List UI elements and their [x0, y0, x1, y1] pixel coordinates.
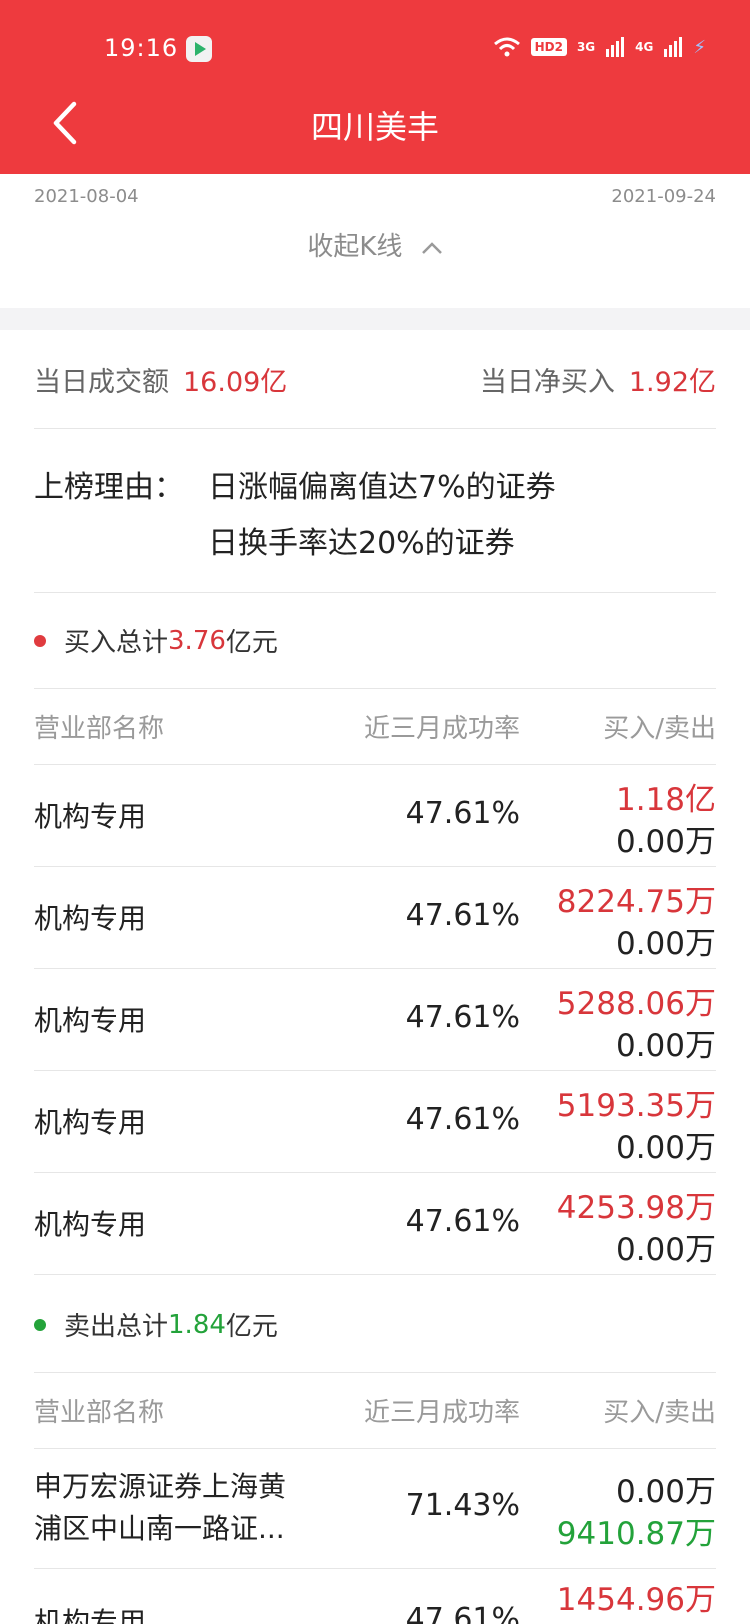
date-start: 2021-08-04: [34, 186, 139, 207]
net-buy-label: 当日净买入: [479, 367, 615, 398]
signal-bars-icon-2: [664, 37, 683, 57]
success-rate: 47.61%: [405, 796, 520, 831]
sell-amount: 0.00万: [615, 926, 716, 962]
buy-total-prefix: 买入总计: [64, 628, 169, 658]
net-buy-block: 当日净买入 1.92亿: [480, 360, 716, 399]
table-row[interactable]: 申万宏源证券上海黄 浦区中山南一路证... 71.43% 0.00万 9410.…: [34, 1458, 716, 1562]
branch-name: 机构专用: [34, 1208, 147, 1241]
sell-amount: 0.00万: [615, 1028, 716, 1064]
success-rate: 71.43%: [405, 1488, 520, 1523]
divider: [34, 1070, 716, 1071]
col-name: 营业部名称: [34, 714, 165, 744]
success-rate: 47.61%: [405, 1204, 520, 1239]
turnover-value: 16.09亿: [183, 367, 288, 398]
buy-total-amount: 3.76: [168, 625, 226, 656]
branch-name-line1: 申万宏源证券上海黄: [34, 1470, 287, 1503]
success-rate: 47.61%: [405, 1102, 520, 1137]
success-rate: 47.61%: [405, 898, 520, 933]
divider: [34, 688, 716, 689]
hd-badge: HD2: [530, 38, 567, 56]
col-buy-sell: 买入/卖出: [603, 714, 716, 744]
divider: [34, 764, 716, 765]
turnover-label: 当日成交额: [34, 367, 169, 398]
divider: [34, 592, 716, 593]
buy-amount: 5193.35万: [556, 1088, 716, 1124]
divider: [34, 1448, 716, 1449]
divider: [34, 968, 716, 969]
charging-icon: ⚡: [693, 36, 706, 58]
success-rate: 47.61%: [405, 1602, 520, 1624]
col-rate: 近三月成功率: [363, 1398, 520, 1428]
signal-4g-icon: 4G: [635, 40, 654, 54]
collapse-kline-label: 收起K线: [307, 232, 403, 262]
buy-column-header: 营业部名称 近三月成功率 买入/卖出: [34, 708, 716, 744]
table-row[interactable]: 机构专用 47.61% 4253.98万 0.00万: [34, 1180, 716, 1272]
buy-amount: 0.00万: [615, 1474, 716, 1510]
sell-column-header: 营业部名称 近三月成功率 买入/卖出: [34, 1392, 716, 1428]
buy-total-header: 买入总计 3.76 亿元: [34, 622, 278, 659]
collapse-kline-button[interactable]: 收起K线: [0, 226, 750, 263]
branch-name: 机构专用: [34, 1606, 147, 1624]
buy-amount: 1.18亿: [615, 782, 716, 818]
top-bar: 19:16 HD2 3G 4G ⚡ 四川美丰: [0, 0, 750, 174]
col-name: 营业部名称: [34, 1398, 165, 1428]
table-row[interactable]: 机构专用 47.61% 8224.75万 0.00万: [34, 874, 716, 966]
chevron-up-icon: [421, 232, 443, 262]
divider: [34, 1568, 716, 1569]
divider: [34, 866, 716, 867]
reason-label: 上榜理由：: [34, 470, 184, 505]
signal-bars-icon: [606, 37, 625, 57]
sell-dot-icon: [34, 1318, 46, 1331]
divider: [34, 428, 716, 429]
divider: [34, 1172, 716, 1173]
status-time: 19:16: [104, 34, 179, 62]
kline-date-range: 2021-08-04 2021-09-24: [34, 186, 716, 207]
reason-line: 日涨幅偏离值达7%的证券: [208, 470, 556, 505]
sell-total-prefix: 卖出总计: [64, 1312, 169, 1342]
buy-amount: 5288.06万: [556, 986, 716, 1022]
signal-3g-icon: 3G: [576, 40, 596, 54]
table-row[interactable]: 机构专用 47.61% 5288.06万 0.00万: [34, 976, 716, 1068]
branch-name: 机构专用: [34, 1004, 147, 1037]
wifi-icon: [493, 37, 520, 57]
table-row[interactable]: 机构专用 47.61% 1454.96万: [34, 1574, 716, 1624]
col-buy-sell: 买入/卖出: [603, 1398, 716, 1428]
divider: [34, 1372, 716, 1373]
sell-amount: 0.00万: [615, 1130, 716, 1166]
status-icons: HD2 3G 4G ⚡: [493, 36, 706, 58]
page-title: 四川美丰: [310, 108, 439, 146]
app-play-icon: [186, 36, 212, 62]
table-row[interactable]: 机构专用 47.61% 1.18亿 0.00万: [34, 772, 716, 864]
sell-amount: 9410.87万: [556, 1516, 716, 1552]
date-end: 2021-09-24: [611, 186, 716, 207]
buy-dot-icon: [34, 634, 46, 647]
branch-name: 机构专用: [34, 902, 147, 935]
sell-total-amount: 1.84: [168, 1309, 226, 1340]
daily-summary: 当日成交额 16.09亿 当日净买入 1.92亿: [34, 360, 716, 399]
buy-total-suffix: 亿元: [225, 628, 278, 658]
sell-total-suffix: 亿元: [225, 1312, 278, 1342]
table-row[interactable]: 机构专用 47.61% 5193.35万 0.00万: [34, 1078, 716, 1170]
net-buy-value: 1.92亿: [628, 367, 716, 398]
reason-line: 日换手率达20%的证券: [208, 526, 515, 561]
sell-amount: 0.00万: [615, 824, 716, 860]
sell-amount: 0.00万: [615, 1232, 716, 1268]
turnover-block: 当日成交额 16.09亿: [34, 360, 287, 399]
section-separator: [0, 308, 750, 330]
divider: [34, 1274, 716, 1275]
col-rate: 近三月成功率: [363, 714, 520, 744]
buy-amount: 8224.75万: [556, 884, 716, 920]
buy-amount: 4253.98万: [556, 1190, 716, 1226]
sell-total-header: 卖出总计 1.84 亿元: [34, 1306, 278, 1343]
branch-name: 机构专用: [34, 800, 147, 833]
success-rate: 47.61%: [405, 1000, 520, 1035]
buy-amount: 1454.96万: [556, 1582, 716, 1618]
branch-name: 机构专用: [34, 1106, 147, 1139]
branch-name-line2: 浦区中山南一路证...: [34, 1512, 285, 1545]
